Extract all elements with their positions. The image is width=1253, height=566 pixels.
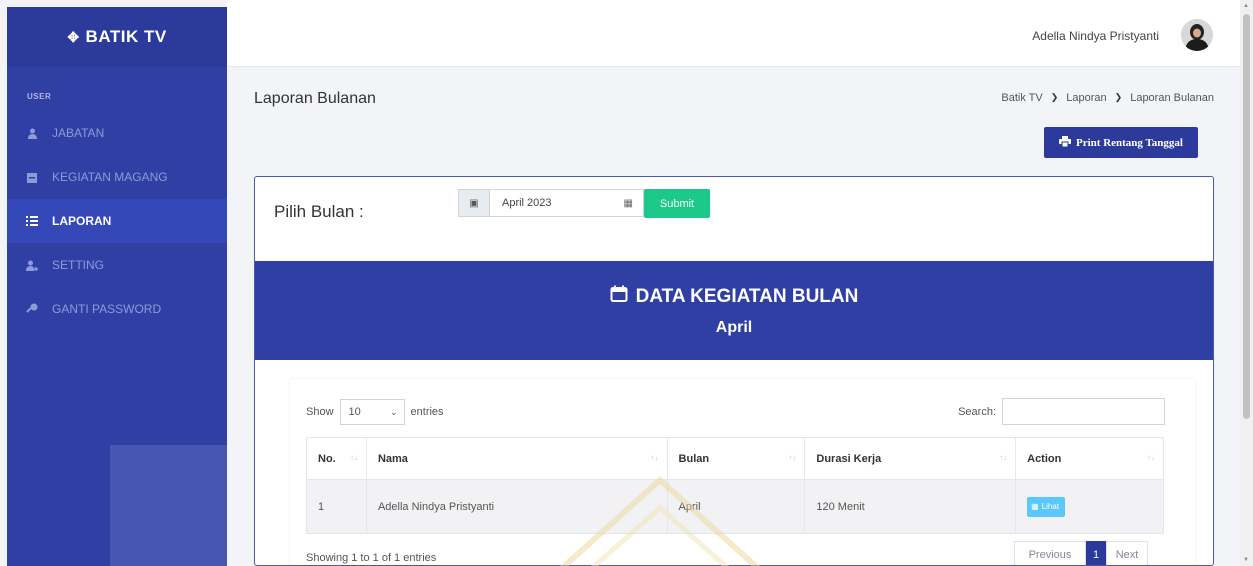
- column-header-durasi[interactable]: Durasi Kerja ↑↓: [804, 437, 1017, 480]
- entries-control: Show 10 ⌄ entries: [306, 399, 444, 425]
- key-icon: [26, 303, 38, 315]
- calendar-icon: [26, 171, 38, 183]
- column-header-no[interactable]: No. ↑↓: [306, 437, 367, 480]
- sort-icon: ↑↓: [788, 453, 797, 462]
- sidebar-item-label: JABATAN: [52, 126, 105, 140]
- calendar-picker-icon[interactable]: ▦: [624, 198, 633, 209]
- brand[interactable]: ✥ BATIK TV: [7, 7, 227, 67]
- scroll-down-icon[interactable]: ▼: [1243, 557, 1249, 563]
- arrows-cross-icon: ✥: [67, 28, 80, 45]
- submit-button[interactable]: Submit: [644, 189, 710, 218]
- list-icon: [26, 215, 38, 227]
- month-input[interactable]: April 2023 ▦: [490, 189, 644, 217]
- search-input[interactable]: [1002, 398, 1165, 425]
- cell-durasi: 120 Menit: [804, 479, 1017, 534]
- calendar-icon: [610, 285, 628, 309]
- banner-title: DATA KEGIATAN BULAN: [635, 286, 859, 307]
- chevron-right-icon: ❯: [1114, 92, 1123, 102]
- scrollbar-thumb[interactable]: [1243, 14, 1250, 419]
- month-input-value: April 2023: [502, 197, 552, 209]
- chevron-down-icon: ⌄: [389, 406, 398, 417]
- user-name[interactable]: Adella Nindya Pristyanti: [1032, 29, 1159, 43]
- sidebar-item-label: KEGIATAN MAGANG: [52, 170, 168, 184]
- cell-no: 1: [306, 479, 367, 534]
- print-range-label: Print Rentang Tanggal: [1076, 136, 1183, 149]
- sidebar-item-jabatan[interactable]: JABATAN: [7, 111, 227, 155]
- search-control: Search:: [958, 398, 1165, 425]
- entries-select[interactable]: 10 ⌄: [339, 399, 405, 425]
- user-tie-icon: [26, 127, 38, 139]
- page-title: Laporan Bulanan: [254, 90, 376, 107]
- pagination-next[interactable]: Next: [1106, 541, 1148, 565]
- pagination-previous[interactable]: Previous: [1014, 541, 1086, 565]
- banner-subtitle: April: [715, 319, 753, 336]
- calendar-addon-icon: ▣: [458, 189, 490, 217]
- breadcrumb-item: Laporan Bulanan: [1130, 92, 1214, 104]
- page-scrollbar[interactable]: ▲ ▼: [1240, 0, 1253, 566]
- sidebar-item-ganti-password[interactable]: GANTI PASSWORD: [7, 287, 227, 331]
- sidebar-decoration: [110, 445, 227, 566]
- sidebar-item-label: GANTI PASSWORD: [52, 302, 162, 316]
- sidebar-section-label: USER: [27, 92, 52, 101]
- sort-icon: ↑↓: [1147, 453, 1155, 462]
- pagination: Previous 1 Next: [1014, 541, 1148, 565]
- chevron-right-icon: ❯: [1050, 92, 1059, 102]
- sidebar-item-kegiatan-magang[interactable]: KEGIATAN MAGANG: [7, 155, 227, 199]
- cell-action: ▦ Lihat: [1015, 479, 1164, 534]
- sidebar-item-setting[interactable]: SETTING: [7, 243, 227, 287]
- print-icon: [1059, 135, 1072, 150]
- entries-value: 10: [348, 406, 361, 418]
- sidebar-item-label: LAPORAN: [52, 214, 112, 228]
- breadcrumb-item[interactable]: Laporan: [1066, 92, 1106, 104]
- column-header-action[interactable]: Action ↑↓: [1015, 437, 1164, 480]
- sidebar-item-label: SETTING: [52, 258, 105, 272]
- user-cog-icon: [26, 259, 38, 271]
- breadcrumb: Batik TV ❯ Laporan ❯ Laporan Bulanan: [1001, 92, 1214, 104]
- report-banner: DATA KEGIATAN BULAN April: [255, 261, 1213, 360]
- view-button[interactable]: ▦ Lihat: [1027, 496, 1066, 517]
- sidebar: ✥ BATIK TV USER JABATAN KEGIATAN MAGANG …: [7, 7, 227, 566]
- entries-label: entries: [410, 406, 444, 418]
- table-info: Showing 1 to 1 of 1 entries: [306, 552, 437, 564]
- month-filter-label: Pilih Bulan :: [274, 202, 364, 221]
- print-range-button[interactable]: Print Rentang Tanggal: [1044, 127, 1198, 158]
- month-filter-group: ▣ April 2023 ▦ Submit: [458, 189, 710, 218]
- table-icon: ▦: [1031, 502, 1039, 511]
- show-label: Show: [306, 406, 334, 418]
- topbar: Adella Nindya Pristyanti: [227, 0, 1240, 67]
- watermark-logo: [559, 475, 761, 566]
- avatar[interactable]: [1181, 19, 1213, 51]
- search-label: Search:: [958, 405, 996, 418]
- sort-icon: ↑↓: [650, 453, 659, 462]
- scroll-up-icon[interactable]: ▲: [1243, 3, 1249, 9]
- sort-icon: ↑↓: [349, 453, 358, 462]
- brand-name: BATIK TV: [85, 27, 167, 46]
- pagination-page-current[interactable]: 1: [1086, 541, 1106, 565]
- sidebar-item-laporan[interactable]: LAPORAN: [7, 199, 227, 243]
- breadcrumb-item[interactable]: Batik TV: [1001, 92, 1042, 104]
- view-button-label: Lihat: [1041, 502, 1060, 511]
- sort-icon: ↑↓: [999, 453, 1008, 462]
